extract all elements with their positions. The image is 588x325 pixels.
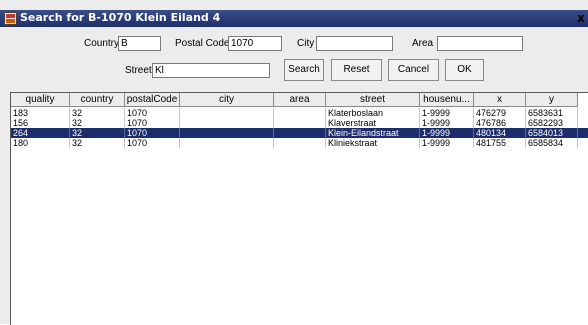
city-label: City — [297, 38, 315, 49]
table-row[interactable]: 180 32 1070 Kliniekstraat 1-9999 481755 … — [11, 138, 588, 148]
column-header-y[interactable]: y — [526, 93, 578, 107]
cell-quality: 264 — [11, 128, 70, 138]
cell-quality: 156 — [11, 118, 70, 128]
ok-button[interactable]: OK — [445, 59, 484, 81]
cell-housenumber: 1-9999 — [420, 128, 474, 138]
cell-street: Klaverstraat — [326, 118, 420, 128]
column-header-housenumber[interactable]: housenu... — [420, 93, 474, 107]
app-icon — [4, 12, 17, 25]
cell-street: Klein-Eilandstraat — [326, 128, 420, 138]
close-icon[interactable]: x — [574, 10, 588, 27]
search-button[interactable]: Search — [284, 59, 324, 81]
cell-y: 6582293 — [526, 118, 578, 128]
column-header-quality[interactable]: quality — [11, 93, 70, 107]
cell-housenumber: 1-9999 — [420, 108, 474, 118]
column-header-country[interactable]: country — [70, 93, 125, 107]
cancel-button[interactable]: Cancel — [388, 59, 439, 81]
table-row[interactable]: 156 32 1070 Klaverstraat 1-9999 476786 6… — [11, 118, 588, 128]
cell-quality: 180 — [11, 138, 70, 148]
cell-country: 32 — [70, 128, 125, 138]
postal-code-field[interactable] — [228, 36, 282, 51]
column-header-city[interactable]: city — [180, 93, 274, 107]
results-table[interactable]: quality country postalCode city area str… — [10, 92, 588, 325]
postal-code-label: Postal Code — [175, 38, 230, 49]
cell-city — [180, 118, 274, 128]
cell-city — [180, 128, 274, 138]
street-label: Street — [125, 65, 152, 76]
cell-y: 6585834 — [526, 138, 578, 148]
reset-button[interactable]: Reset — [331, 59, 382, 81]
cell-street: Kliniekstraat — [326, 138, 420, 148]
cell-postalcode: 1070 — [125, 138, 180, 148]
cell-area — [274, 118, 326, 128]
cell-street: Klaterboslaan — [326, 108, 420, 118]
cell-x: 480134 — [474, 128, 526, 138]
search-dialog: Search for B-1070 Klein Eiland 4 x Count… — [0, 0, 588, 325]
cell-city — [180, 108, 274, 118]
column-header-postalcode[interactable]: postalCode — [125, 93, 180, 107]
country-label: Country — [84, 38, 120, 49]
cell-quality: 183 — [11, 108, 70, 118]
cell-country: 32 — [70, 108, 125, 118]
cell-y: 6584013 — [526, 128, 578, 138]
area-field[interactable] — [437, 36, 523, 51]
title-bar[interactable]: Search for B-1070 Klein Eiland 4 x — [0, 10, 588, 27]
cell-country: 32 — [70, 118, 125, 128]
cell-x: 476786 — [474, 118, 526, 128]
street-field[interactable] — [152, 63, 270, 78]
cell-city — [180, 138, 274, 148]
cell-housenumber: 1-9999 — [420, 138, 474, 148]
cell-country: 32 — [70, 138, 125, 148]
table-row[interactable]: 183 32 1070 Klaterboslaan 1-9999 476279 … — [11, 108, 588, 118]
city-field[interactable] — [316, 36, 393, 51]
table-row-selected[interactable]: 264 32 1070 Klein-Eilandstraat 1-9999 48… — [11, 128, 588, 138]
cell-postalcode: 1070 — [125, 108, 180, 118]
cell-area — [274, 128, 326, 138]
column-header-x[interactable]: x — [474, 93, 526, 107]
cell-x: 476279 — [474, 108, 526, 118]
cell-x: 481755 — [474, 138, 526, 148]
cell-y: 6583631 — [526, 108, 578, 118]
country-field[interactable] — [118, 36, 161, 51]
area-label: Area — [412, 38, 434, 49]
cell-housenumber: 1-9999 — [420, 118, 474, 128]
window-title: Search for B-1070 Klein Eiland 4 — [20, 11, 221, 24]
cell-area — [274, 138, 326, 148]
cell-postalcode: 1070 — [125, 128, 180, 138]
column-header-street[interactable]: street — [326, 93, 420, 107]
column-header-area[interactable]: area — [274, 93, 326, 107]
cell-postalcode: 1070 — [125, 118, 180, 128]
cell-area — [274, 108, 326, 118]
